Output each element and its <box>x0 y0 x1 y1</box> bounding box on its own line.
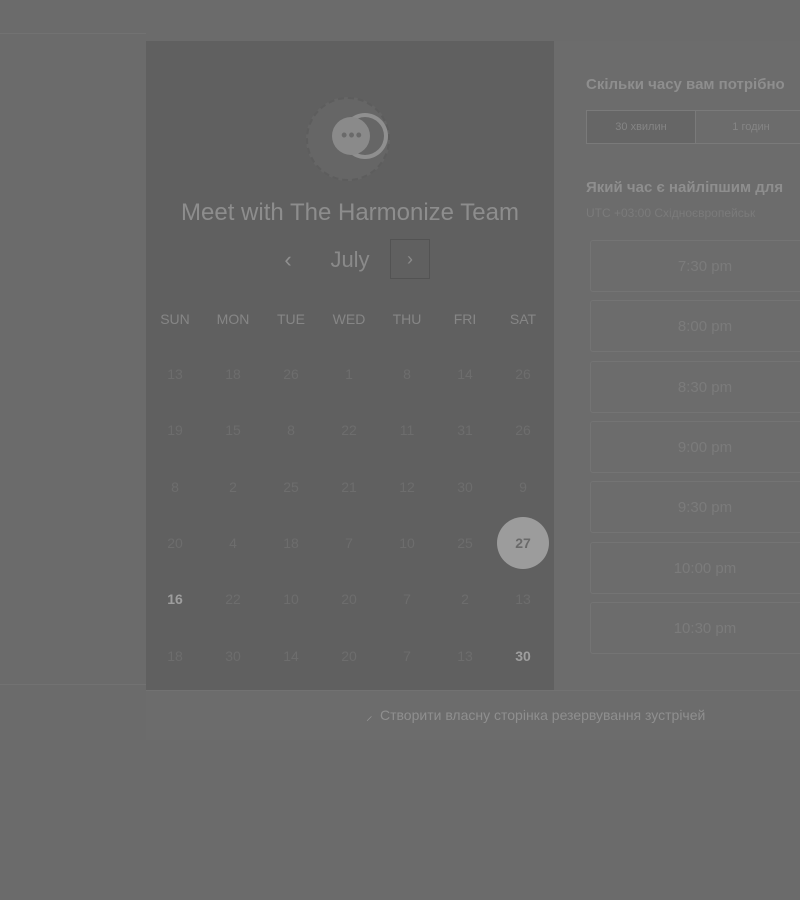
calendar-day: 25 <box>457 535 473 551</box>
month-label: July <box>330 247 370 272</box>
next-month-button[interactable]: › <box>390 239 430 279</box>
calendar-day: 20 <box>167 535 183 551</box>
timezone-label[interactable]: UTC +03:00 Східноєвропейськ <box>586 206 755 220</box>
weekday-label: SAT <box>509 311 537 327</box>
magic-wand-icon: ⸝ <box>366 708 373 723</box>
time-slot-button[interactable]: 9:00 pm <box>590 420 800 473</box>
calendar-day: 21 <box>341 479 357 495</box>
time-slot-button[interactable]: 10:30 pm <box>590 601 800 654</box>
calendar-day: 7 <box>403 591 411 607</box>
calendar-day: 2 <box>229 479 237 495</box>
calendar-day: 13 <box>167 366 183 382</box>
background-divider-top <box>0 33 146 34</box>
calendar-day: 31 <box>457 422 473 438</box>
calendar-day: 8 <box>171 479 179 495</box>
calendar-day: 4 <box>229 535 237 551</box>
duration-60-button[interactable]: 1 годин <box>696 111 800 143</box>
calendar-day: 15 <box>225 422 241 438</box>
calendar-day: 14 <box>283 648 299 664</box>
calendar-day: 25 <box>283 479 299 495</box>
weekday-header: SUN MON TUE WED THU FRI SAT <box>146 311 554 329</box>
calendar-day: 22 <box>225 591 241 607</box>
calendar-panel: ••• Meet with The Harmonize Team ‹ July … <box>146 41 554 690</box>
calendar-day: 26 <box>515 366 531 382</box>
prev-month-button[interactable]: ‹ <box>270 239 306 281</box>
calendar-day: 20 <box>341 648 357 664</box>
calendar-day: 18 <box>283 535 299 551</box>
calendar-day: 13 <box>515 591 531 607</box>
calendar-day: 12 <box>399 479 415 495</box>
calendar-day: 22 <box>341 422 357 438</box>
time-slot-button[interactable]: 7:30 pm <box>590 240 800 292</box>
time-question: Який час є найліпшим для <box>586 179 784 196</box>
calendar-day: 18 <box>167 648 183 664</box>
duration-30-button[interactable]: 30 хвилин <box>587 111 695 143</box>
calendar-day[interactable]: 30 <box>497 630 549 682</box>
selected-day[interactable]: 27 <box>497 517 549 569</box>
background-divider-bottom <box>0 684 146 685</box>
page-title: Meet with The Harmonize Team <box>181 199 519 226</box>
weekday-label: WED <box>332 311 366 327</box>
time-slot-button[interactable]: 10:00 pm <box>590 541 800 594</box>
time-slot-button[interactable]: 9:30 pm <box>590 481 800 534</box>
create-booking-page-link[interactable]: ⸝ Створити власну сторінка резервування з… <box>366 706 705 724</box>
calendar-day: 8 <box>403 366 411 382</box>
month-navigator: ‹ July › <box>146 239 554 283</box>
calendar-day[interactable]: 16 <box>149 573 201 625</box>
weekday-label: THU <box>392 311 422 327</box>
harmonize-logo: ••• <box>306 97 390 181</box>
calendar-day: 20 <box>341 591 357 607</box>
time-slot-button[interactable]: 8:30 pm <box>590 360 800 413</box>
weekday-label: SUN <box>160 311 190 327</box>
weekday-label: MON <box>216 311 250 327</box>
calendar-day: 7 <box>403 648 411 664</box>
calendar-day: 9 <box>519 479 527 495</box>
calendar-day: 30 <box>225 648 241 664</box>
calendar-day: 13 <box>457 648 473 664</box>
time-selection-panel: Скільки часу вам потрібно 30 хвилин 1 го… <box>554 41 800 690</box>
calendar-day: 19 <box>167 422 183 438</box>
calendar-day: 30 <box>457 479 473 495</box>
calendar-day: 10 <box>283 591 299 607</box>
time-slot-button[interactable]: 8:00 pm <box>590 300 800 353</box>
calendar-day: 14 <box>457 366 473 382</box>
create-booking-page-text: Створити власну сторінка резервування зу… <box>380 707 706 723</box>
weekday-label: FRI <box>453 311 477 327</box>
weekday-label: TUE <box>277 311 305 327</box>
footer-bar: ⸝ Створити власну сторінка резервування з… <box>146 690 800 740</box>
calendar-day: 18 <box>225 366 241 382</box>
calendar-day: 26 <box>283 366 299 382</box>
calendar-day: 8 <box>287 422 295 438</box>
calendar-day: 2 <box>461 591 469 607</box>
ellipsis-icon: ••• <box>341 125 363 145</box>
calendar-day: 1 <box>345 366 353 382</box>
calendar-day: 11 <box>399 422 415 438</box>
calendar-day: 7 <box>345 535 353 551</box>
calendar-day: 26 <box>515 422 531 438</box>
calendar-day: 10 <box>399 535 415 551</box>
duration-question: Скільки часу вам потрібно <box>586 76 785 93</box>
duration-toggle: 30 хвилин 1 годин <box>586 110 800 144</box>
